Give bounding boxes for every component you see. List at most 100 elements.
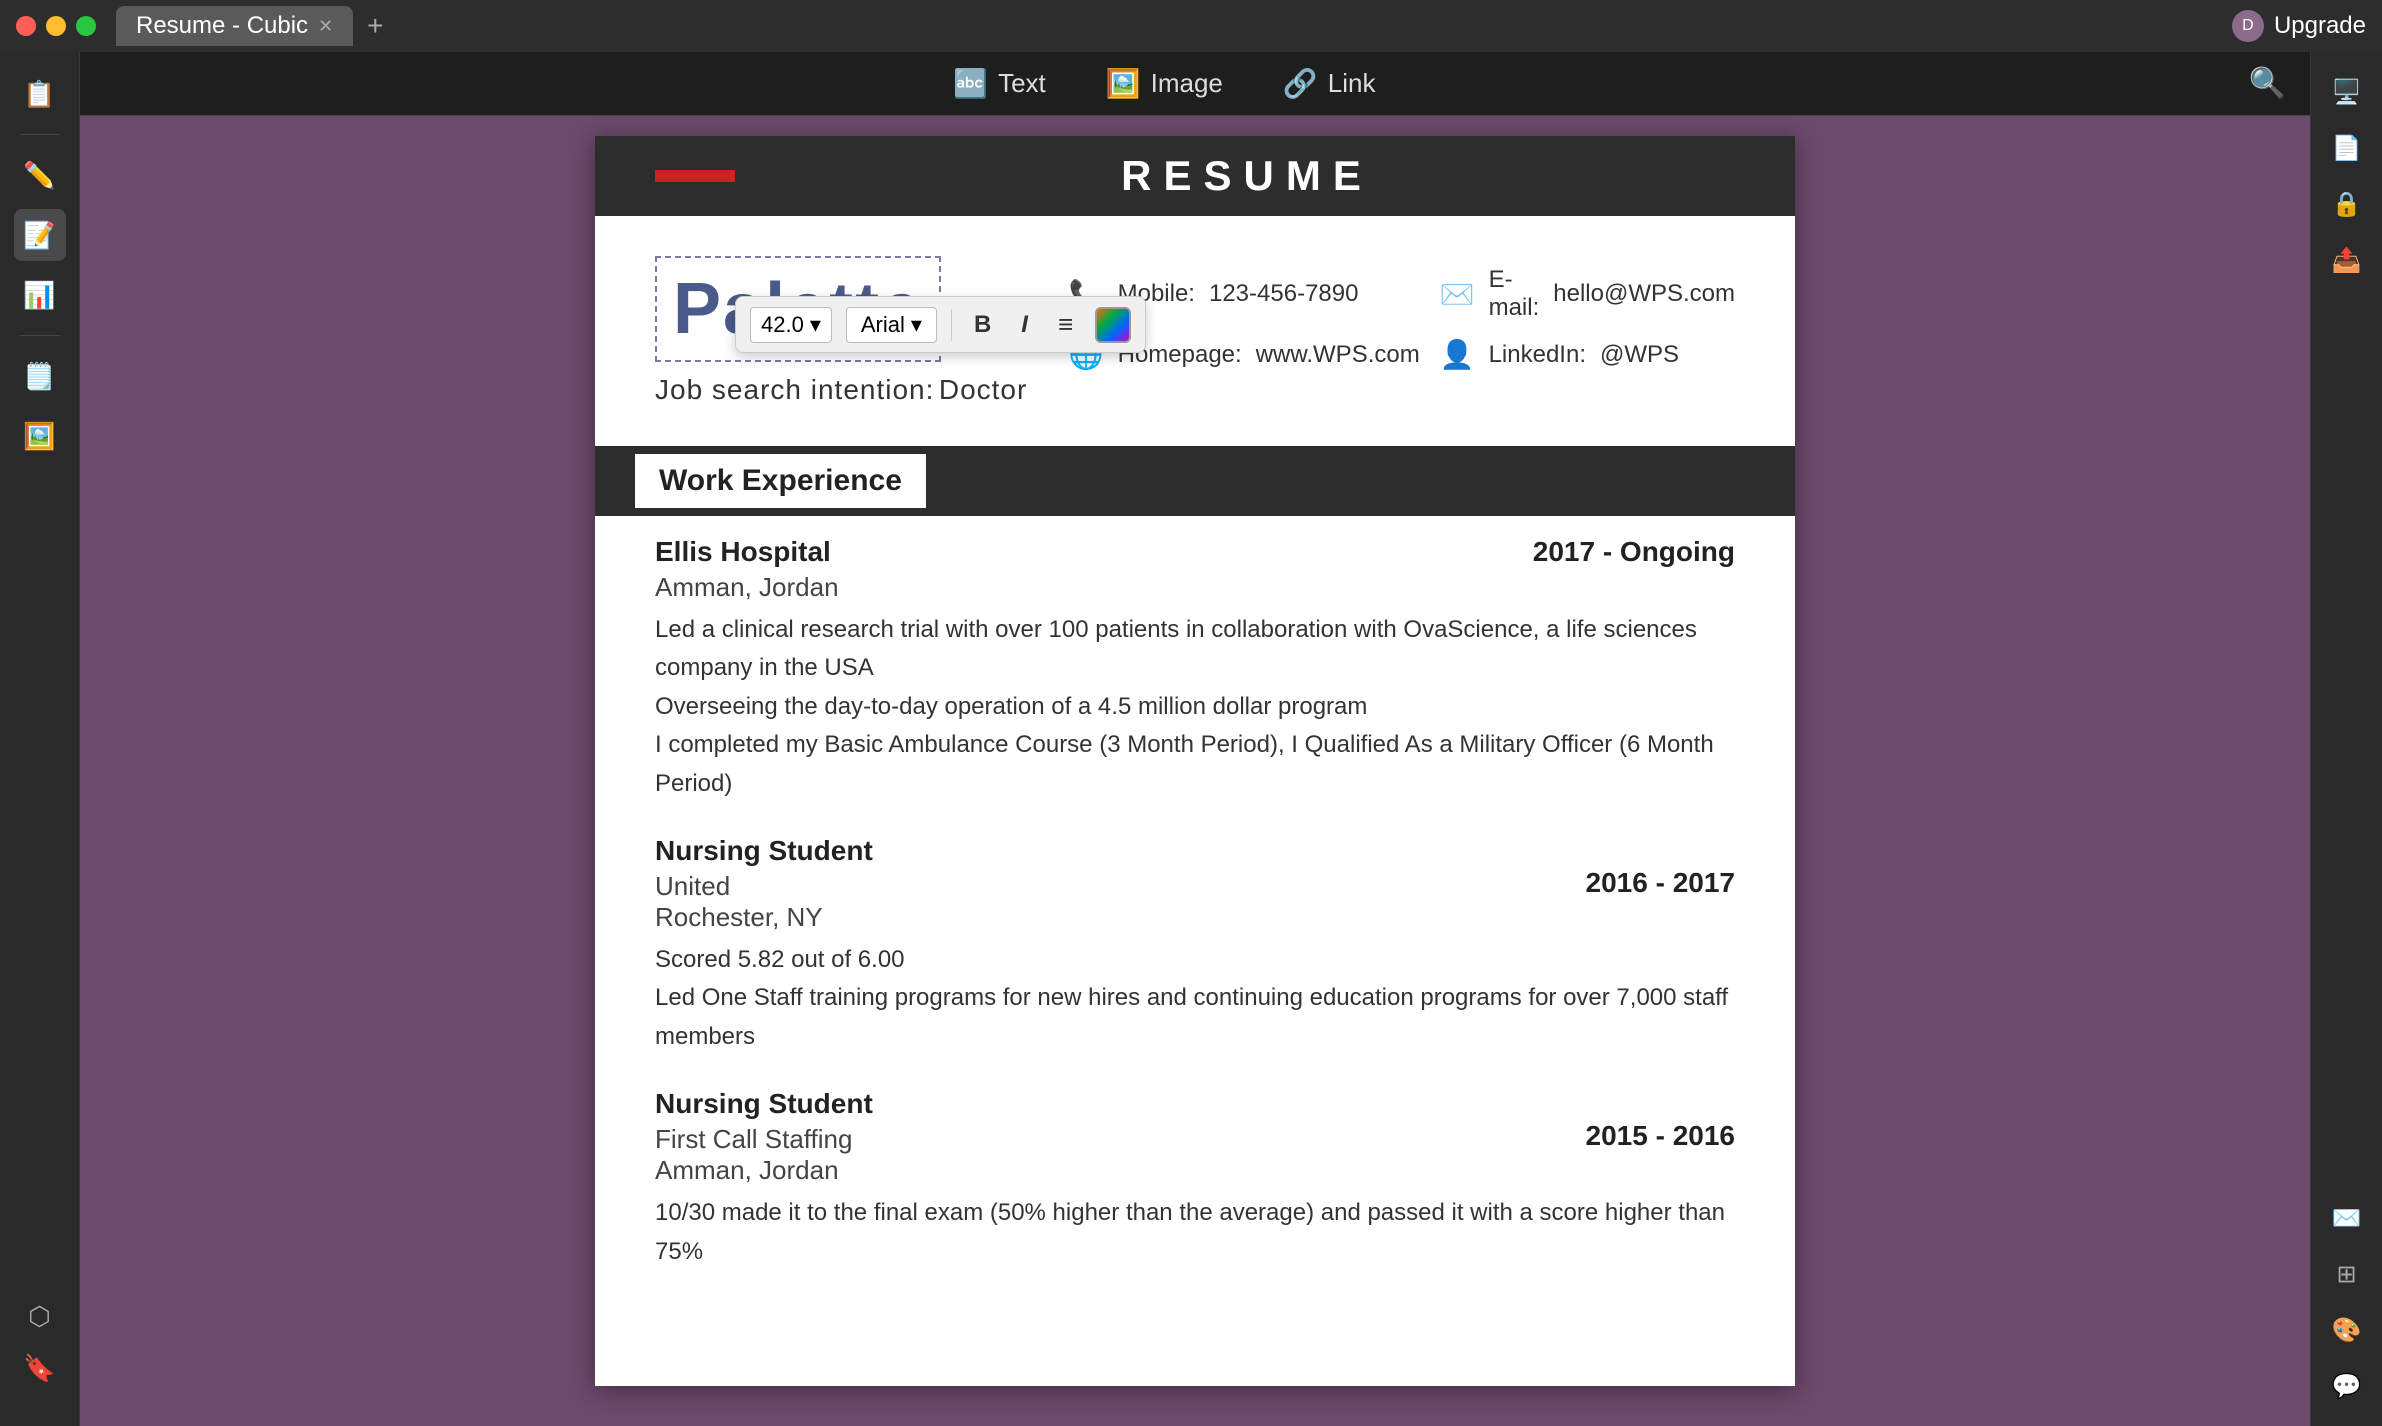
job-entry-2: Nursing Student First Call Staffing Amma… <box>655 1088 1735 1271</box>
sidebar-icon-edit[interactable]: ✏️ <box>14 149 66 201</box>
bullet-0-2: I completed my Basic Ambulance Course (3… <box>655 726 1735 803</box>
toolbar-separator-1 <box>951 309 952 341</box>
linkedin-value: @WPS <box>1600 341 1679 369</box>
resume-header: RESUME <box>595 136 1795 216</box>
main-column: 🔤 Text 🖼️ Image 🔗 Link 🔍 <box>80 52 2310 1426</box>
new-tab-button[interactable]: + <box>357 6 393 46</box>
upgrade-button[interactable]: D Upgrade <box>2232 10 2366 42</box>
job-company-1: Nursing Student <box>655 835 1735 867</box>
sidebar-divider-2 <box>20 335 60 336</box>
image-icon: 🖼️ <box>1106 67 1141 100</box>
left-sidebar: 📋 ✏️ 📝 📊 🗒️ 🖼️ ⬡ 🔖 <box>0 52 80 1426</box>
job-location-1: Rochester, NY <box>655 902 823 933</box>
job-intention: Job search intention: Doctor <box>655 374 1029 406</box>
right-icon-share[interactable]: 📤 <box>2323 236 2371 284</box>
font-size-selector[interactable]: 42.0 ▾ <box>750 307 832 343</box>
tab-bar: Resume - Cubic ✕ + <box>116 6 394 46</box>
right-icon-grid[interactable]: ⊞ <box>2323 1250 2371 1298</box>
traffic-lights <box>16 16 96 36</box>
job-dates-1: 2016 - 2017 <box>1586 867 1735 899</box>
tab-close-icon[interactable]: ✕ <box>318 16 333 37</box>
text-icon: 🔤 <box>953 67 988 100</box>
close-button[interactable] <box>16 16 36 36</box>
job-header-0: Ellis Hospital Amman, Jordan 2017 - Ongo… <box>655 536 1735 603</box>
sidebar-icon-image[interactable]: 🖼️ <box>14 410 66 462</box>
bullet-1-0: Scored 5.82 out of 6.00 <box>655 941 1735 979</box>
user-avatar: D <box>2232 10 2264 42</box>
bullet-2-0: 10/30 made it to the final exam (50% hig… <box>655 1194 1735 1271</box>
font-name-chevron: ▾ <box>911 312 922 338</box>
sidebar-icon-layers[interactable]: ⬡ <box>14 1290 66 1342</box>
content-scroll[interactable]: 42.0 ▾ Arial ▾ B I ≡ <box>80 116 2310 1426</box>
bullet-0-1: Overseeing the day-to-day operation of a… <box>655 688 1735 726</box>
job-org-2: First Call Staffing <box>655 1124 852 1155</box>
sidebar-bottom-icons: ⬡ 🔖 <box>14 1290 66 1394</box>
toolbar-link-button[interactable]: 🔗 Link <box>1283 67 1376 100</box>
font-name-value: Arial <box>861 312 905 338</box>
work-section: Ellis Hospital Amman, Jordan 2017 - Ongo… <box>595 516 1795 1323</box>
job-entry-0: Ellis Hospital Amman, Jordan 2017 - Ongo… <box>655 536 1735 803</box>
upgrade-label: Upgrade <box>2274 12 2366 40</box>
right-icon-mail[interactable]: ✉️ <box>2323 1194 2371 1242</box>
right-icon-chat[interactable]: 💬 <box>2323 1362 2371 1410</box>
job-dates-2: 2015 - 2016 <box>1586 1120 1735 1152</box>
sidebar-icon-text[interactable]: 📝 <box>14 209 66 261</box>
right-icon-lock[interactable]: 🔒 <box>2323 180 2371 228</box>
sidebar-icon-table[interactable]: 📊 <box>14 269 66 321</box>
email-label: E-mail: <box>1489 266 1540 322</box>
resume-title-bar: RESUME <box>655 152 1735 200</box>
resume-title: RESUME <box>759 152 1735 200</box>
contact-email: ✉️ E-mail: hello@WPS.com <box>1440 266 1735 322</box>
job-left-1: United Rochester, NY <box>655 867 823 933</box>
bold-button[interactable]: B <box>966 307 999 343</box>
contact-linkedin: 👤 LinkedIn: @WPS <box>1440 338 1735 371</box>
right-icon-ocr[interactable]: 🖥️ <box>2323 68 2371 116</box>
mobile-value: 123-456-7890 <box>1209 280 1358 308</box>
color-picker-button[interactable] <box>1095 307 1131 343</box>
font-name-selector[interactable]: Arial ▾ <box>846 307 937 343</box>
job-header-2: First Call Staffing Amman, Jordan 2015 -… <box>655 1120 1735 1186</box>
job-location-0: Amman, Jordan <box>655 572 839 603</box>
sidebar-icon-bookmark[interactable]: 🔖 <box>14 1342 66 1394</box>
job-entry-1: Nursing Student United Rochester, NY 201… <box>655 835 1735 1056</box>
titlebar: Resume - Cubic ✕ + D Upgrade <box>0 0 2382 52</box>
job-org-1: United <box>655 871 823 902</box>
job-company-2: Nursing Student <box>655 1088 1735 1120</box>
font-size-chevron: ▾ <box>810 312 821 338</box>
job-left-2: First Call Staffing Amman, Jordan <box>655 1120 852 1186</box>
toolbar-text-label: Text <box>998 68 1046 99</box>
job-intention-label: Job search intention: <box>655 374 934 405</box>
sidebar-icon-document[interactable]: 📋 <box>14 68 66 120</box>
tab-label: Resume - Cubic <box>136 12 308 40</box>
right-icon-palette[interactable]: 🎨 <box>2323 1306 2371 1354</box>
bullet-1-1: Led One Staff training programs for new … <box>655 979 1735 1056</box>
email-icon: ✉️ <box>1440 278 1475 311</box>
right-icon-document[interactable]: 📄 <box>2323 124 2371 172</box>
toolbar-image-button[interactable]: 🖼️ Image <box>1106 67 1223 100</box>
link-icon: 🔗 <box>1283 67 1318 100</box>
document: 42.0 ▾ Arial ▾ B I ≡ <box>595 136 1795 1386</box>
toolbar-search-icon[interactable]: 🔍 <box>2249 66 2286 101</box>
homepage-value: www.WPS.com <box>1256 341 1420 369</box>
sidebar-icon-pages[interactable]: 🗒️ <box>14 350 66 402</box>
tab-resume-cubic[interactable]: Resume - Cubic ✕ <box>116 6 353 46</box>
job-bullets-0: Led a clinical research trial with over … <box>655 611 1735 803</box>
bullet-0-0: Led a clinical research trial with over … <box>655 611 1735 688</box>
email-value: hello@WPS.com <box>1553 280 1735 308</box>
job-location-2: Amman, Jordan <box>655 1155 852 1186</box>
list-button[interactable]: ≡ <box>1050 305 1081 344</box>
job-bullets-2: 10/30 made it to the final exam (50% hig… <box>655 1194 1735 1271</box>
maximize-button[interactable] <box>76 16 96 36</box>
minimize-button[interactable] <box>46 16 66 36</box>
toolbar-text-button[interactable]: 🔤 Text <box>953 67 1046 100</box>
resume-red-bar <box>655 170 735 182</box>
italic-button[interactable]: I <box>1013 307 1036 343</box>
floating-toolbar: 42.0 ▾ Arial ▾ B I ≡ <box>735 296 1146 353</box>
main-toolbar: 🔤 Text 🖼️ Image 🔗 Link 🔍 <box>80 52 2310 116</box>
job-company-0: Ellis Hospital <box>655 536 839 568</box>
job-left-0: Ellis Hospital Amman, Jordan <box>655 536 839 603</box>
job-header-1: United Rochester, NY 2016 - 2017 <box>655 867 1735 933</box>
toolbar-image-label: Image <box>1151 68 1223 99</box>
work-experience-header: Work Experience <box>595 446 1795 516</box>
font-size-value: 42.0 <box>761 312 804 338</box>
